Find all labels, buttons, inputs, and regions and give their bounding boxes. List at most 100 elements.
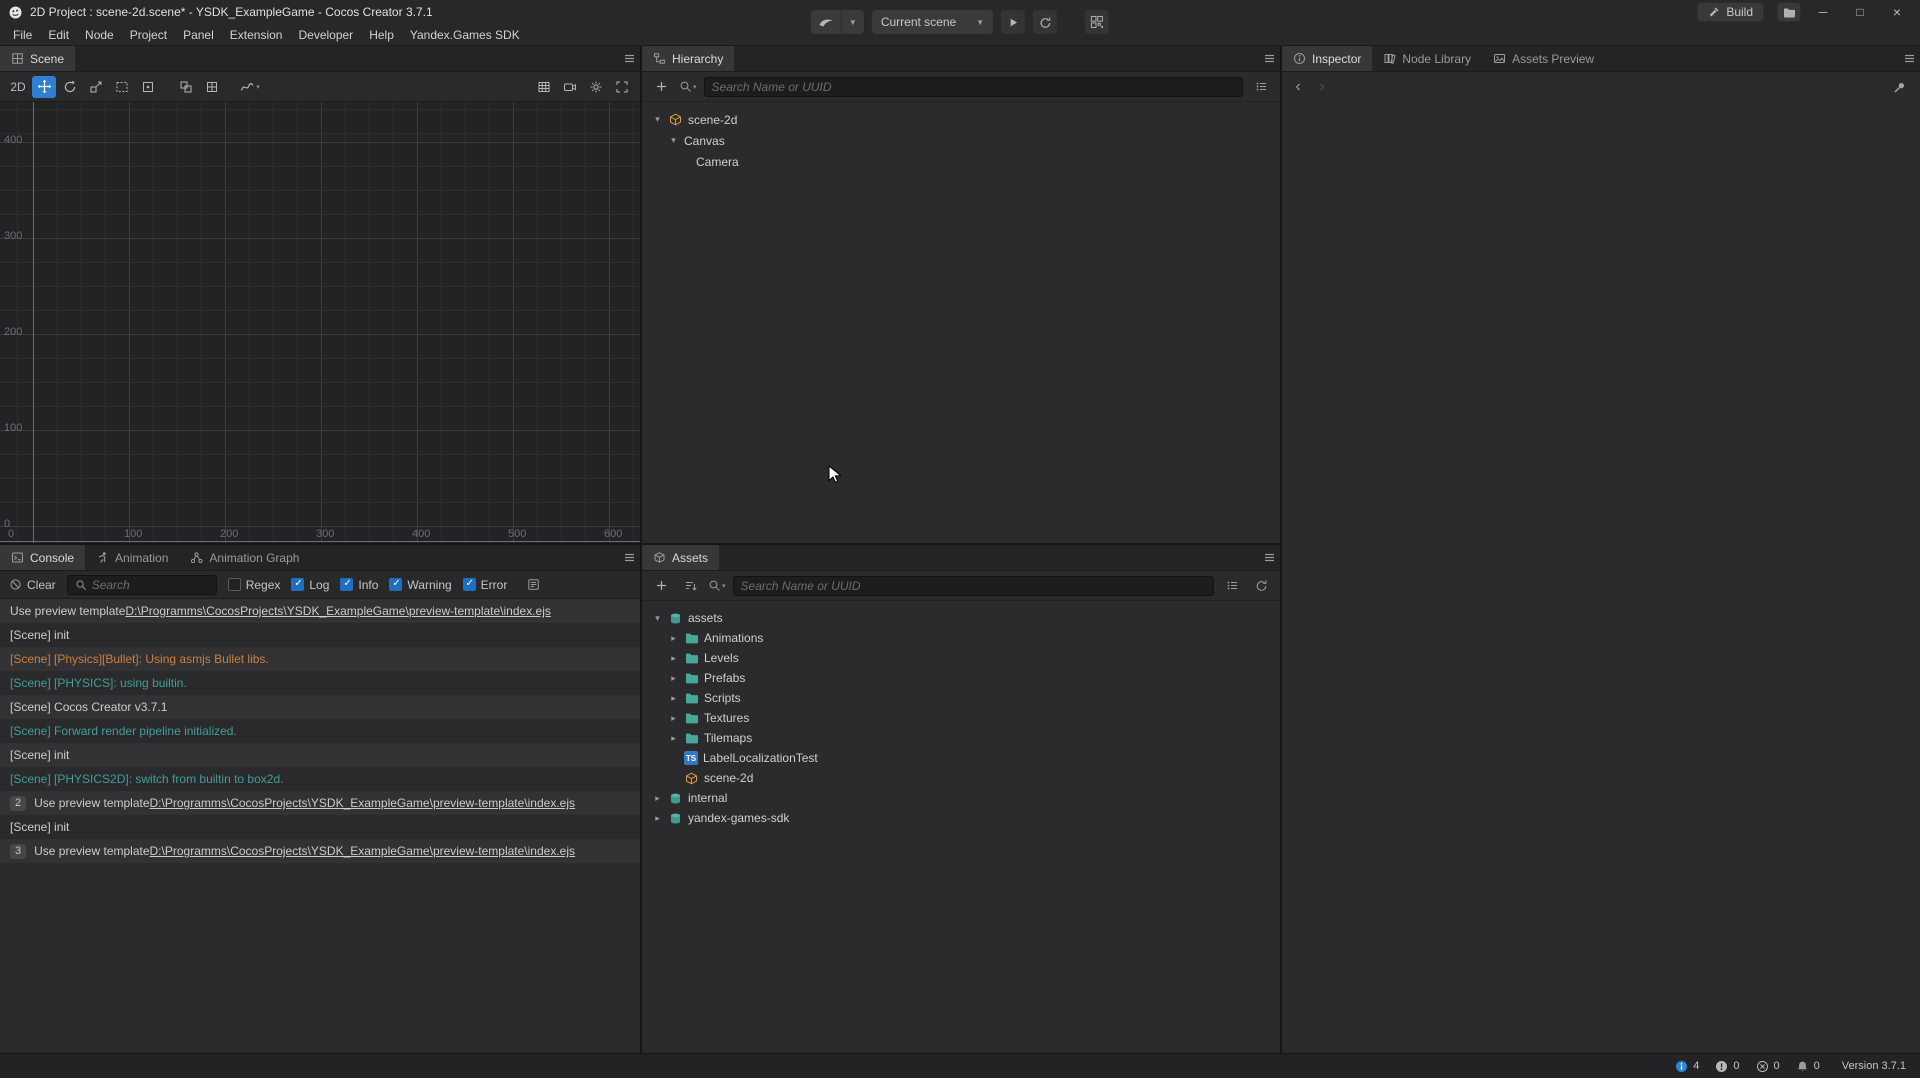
console-warning-row[interactable]: [Scene] [Physics][Bullet]: Using asmjs B…	[0, 647, 640, 671]
inspector-panel-menu-icon[interactable]	[1898, 48, 1920, 70]
menu-node[interactable]: Node	[77, 28, 122, 42]
filter-regex[interactable]: Regex	[228, 578, 281, 592]
chevron-right-icon[interactable]: ▸	[668, 633, 679, 644]
tab-node-library[interactable]: Node Library	[1372, 46, 1482, 71]
tab-console[interactable]: Console	[0, 545, 85, 570]
grid-visibility-button[interactable]	[532, 76, 556, 98]
close-button[interactable]: ×	[1882, 4, 1912, 20]
chevron-down-icon[interactable]: ▾	[652, 114, 663, 125]
menu-panel[interactable]: Panel	[175, 28, 222, 42]
tab-animation-graph[interactable]: Animation Graph	[179, 545, 310, 570]
asset-item-folder[interactable]: ▸ Scripts	[642, 688, 1280, 708]
log-file-link[interactable]: D:\Programms\CocosProjects\YSDK_ExampleG…	[150, 796, 576, 810]
console-search-box[interactable]	[67, 575, 217, 595]
checkbox-checked-icon[interactable]	[463, 578, 476, 591]
console-log-row[interactable]: Use preview template D:\Programms\CocosP…	[0, 599, 640, 623]
menu-developer[interactable]: Developer	[290, 28, 361, 42]
console-info-row[interactable]: [Scene] [PHYSICS]: using builtin.	[0, 671, 640, 695]
menu-extension[interactable]: Extension	[222, 28, 291, 42]
history-back-icon[interactable]: ‹	[1292, 78, 1304, 96]
console-log-row[interactable]: [Scene] init	[0, 743, 640, 767]
gizmo-coordinate-button[interactable]	[200, 76, 224, 98]
create-node-button[interactable]	[650, 76, 672, 98]
scene-viewport[interactable]: 400 300 200 100 0 0 100 200 300 400 500 …	[0, 102, 640, 543]
build-button[interactable]: Build	[1697, 2, 1764, 22]
clear-console-button[interactable]: Clear	[9, 578, 56, 592]
assets-list-options-icon[interactable]	[1221, 575, 1243, 597]
assets-panel-menu-icon[interactable]	[1258, 547, 1280, 569]
asset-item-folder[interactable]: ▸ Tilemaps	[642, 728, 1280, 748]
preview-on-device-button[interactable]	[1085, 10, 1109, 34]
warning-message-count[interactable]: 0	[1715, 1060, 1739, 1073]
rotate-tool-button[interactable]	[58, 76, 82, 98]
console-log-row[interactable]: 3Use preview template D:\Programms\Cocos…	[0, 839, 640, 863]
asset-item-script[interactable]: TS LabelLocalizationTest	[642, 748, 1280, 768]
hierarchy-node-camera[interactable]: Camera	[642, 151, 1280, 172]
create-asset-button[interactable]	[650, 575, 672, 597]
chevron-right-icon[interactable]: ▸	[668, 653, 679, 664]
hierarchy-search-input[interactable]	[712, 80, 1235, 94]
console-log-row[interactable]: [Scene] Cocos Creator v3.7.1	[0, 695, 640, 719]
chevron-down-icon[interactable]: ▼	[841, 10, 864, 34]
search-type-button[interactable]: ▾	[679, 80, 697, 93]
assets-search-box[interactable]	[733, 576, 1214, 596]
menu-project[interactable]: Project	[122, 28, 175, 42]
filter-log[interactable]: Log	[291, 578, 329, 592]
menu-edit[interactable]: Edit	[40, 28, 77, 42]
console-log-row[interactable]: [Scene] init	[0, 815, 640, 839]
tab-animation[interactable]: Animation	[85, 545, 179, 570]
console-panel-menu-icon[interactable]	[618, 547, 640, 569]
filter-warning[interactable]: Warning	[389, 578, 451, 592]
asset-item-folder[interactable]: ▸ Prefabs	[642, 668, 1280, 688]
chevron-down-icon[interactable]: ▾	[668, 135, 679, 146]
menu-file[interactable]: File	[5, 28, 40, 42]
menu-yandex-games-sdk[interactable]: Yandex.Games SDK	[402, 28, 528, 42]
open-build-folder-button[interactable]	[1777, 2, 1801, 22]
checkbox-checked-icon[interactable]	[389, 578, 402, 591]
console-log-row[interactable]: 2Use preview template D:\Programms\Cocos…	[0, 791, 640, 815]
asset-item-folder[interactable]: ▸ Animations	[642, 628, 1280, 648]
scene-camera-button[interactable]	[558, 76, 582, 98]
rect-tool-button[interactable]	[110, 76, 134, 98]
asset-item-assets[interactable]: ▾ assets	[642, 608, 1280, 628]
console-log-row[interactable]: [Scene] init	[0, 623, 640, 647]
scene-settings-gear-icon[interactable]	[584, 76, 608, 98]
console-info-row[interactable]: [Scene] Forward render pipeline initiali…	[0, 719, 640, 743]
checkbox-unchecked-icon[interactable]	[228, 578, 241, 591]
chevron-right-icon[interactable]: ▸	[668, 713, 679, 724]
console-search-input[interactable]	[92, 578, 209, 592]
pin-icon[interactable]	[1888, 76, 1910, 98]
tab-hierarchy[interactable]: Hierarchy	[642, 46, 734, 71]
asset-item-folder[interactable]: ▸ Levels	[642, 648, 1280, 668]
curve-editor-button[interactable]: ▾	[238, 76, 262, 98]
notification-count[interactable]: 0	[1796, 1060, 1820, 1073]
hierarchy-search-box[interactable]	[704, 77, 1243, 97]
assets-search-input[interactable]	[741, 579, 1206, 593]
log-file-link[interactable]: D:\Programms\CocosProjects\YSDK_ExampleG…	[150, 844, 576, 858]
tab-scene[interactable]: Scene	[0, 46, 75, 71]
info-message-count[interactable]: 4	[1675, 1060, 1699, 1073]
sort-assets-icon[interactable]	[679, 575, 701, 597]
tab-assets-preview[interactable]: Assets Preview	[1482, 46, 1605, 71]
filter-error[interactable]: Error	[463, 578, 508, 592]
checkbox-checked-icon[interactable]	[340, 578, 353, 591]
fullscreen-button[interactable]	[610, 76, 634, 98]
chevron-right-icon[interactable]: ▸	[668, 693, 679, 704]
log-file-link[interactable]: D:\Programms\CocosProjects\YSDK_ExampleG…	[125, 604, 551, 618]
gizmo-pivot-button[interactable]	[174, 76, 198, 98]
filter-info[interactable]: Info	[340, 578, 378, 592]
scene-panel-menu-icon[interactable]	[618, 48, 640, 70]
refresh-preview-button[interactable]	[1033, 10, 1057, 34]
wrap-lines-icon[interactable]	[522, 574, 544, 596]
anchor-tool-button[interactable]	[136, 76, 160, 98]
chevron-right-icon[interactable]: ▸	[668, 673, 679, 684]
chevron-down-icon[interactable]: ▾	[652, 613, 663, 624]
hierarchy-panel-menu-icon[interactable]	[1258, 48, 1280, 70]
search-type-button[interactable]: ▾	[708, 579, 726, 592]
hierarchy-list-options-icon[interactable]	[1250, 76, 1272, 98]
move-tool-button[interactable]	[32, 76, 56, 98]
play-button[interactable]	[1001, 10, 1025, 34]
refresh-assets-icon[interactable]	[1250, 575, 1272, 597]
2d-3d-toggle-button[interactable]: 2D	[6, 76, 30, 98]
chevron-right-icon[interactable]: ▸	[668, 733, 679, 744]
